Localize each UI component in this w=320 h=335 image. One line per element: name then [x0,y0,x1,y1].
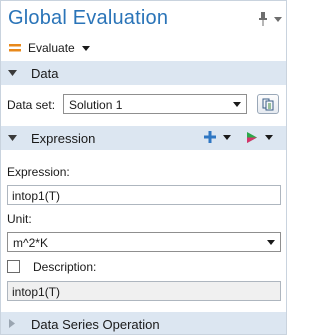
chevron-down-icon [223,134,231,140]
expression-value: intop1(T) [12,189,61,203]
dataset-label: Data set: [7,98,56,112]
section-header-data[interactable]: Data [1,61,286,85]
unit-select[interactable]: m^2*K [7,232,281,252]
section-header-expression[interactable]: Expression [1,126,286,150]
unit-value: m^2*K [13,236,48,250]
goto-source-button[interactable] [257,94,279,114]
evaluate-button[interactable]: Evaluate [9,39,90,57]
title-bar: Global Evaluation [1,1,286,37]
description-value: intop1(T) [12,285,61,299]
chevron-down-icon [233,102,241,107]
section-title-expression: Expression [31,131,96,146]
expand-arrow-icon [9,319,15,328]
evaluate-label: Evaluate [28,41,75,55]
chevron-down-icon [265,135,273,140]
add-expression-icon [204,131,216,143]
description-checkbox[interactable] [7,260,20,273]
dataset-value: Solution 1 [69,98,123,112]
pin-icon[interactable] [258,12,268,26]
section-header-data-series-operation[interactable]: Data Series Operation [1,312,286,334]
panel-menu-icon[interactable] [274,14,282,24]
description-input[interactable]: intop1(T) [7,281,281,301]
page-title: Global Evaluation [8,7,169,29]
chevron-down-icon[interactable] [81,45,90,51]
add-expression-button[interactable] [204,131,231,143]
chevron-down-icon [267,240,275,245]
collapse-arrow-icon [8,135,17,141]
dataset-select[interactable]: Solution 1 [63,94,247,114]
replace-expression-button[interactable] [246,131,273,144]
global-evaluation-panel: Global Evaluation Evaluate Data Data set… [0,0,287,335]
unit-label: Unit: [7,212,32,226]
collapse-arrow-icon [8,70,17,76]
expression-label: Expression: [7,165,70,179]
expression-input[interactable]: intop1(T) [7,185,281,205]
evaluate-equals-icon [9,44,21,52]
section-title-data: Data [31,66,59,81]
replace-expression-icon [247,132,257,143]
goto-source-icon [262,98,274,111]
section-title-data-series-operation: Data Series Operation [31,317,160,332]
description-label: Description: [33,260,97,274]
